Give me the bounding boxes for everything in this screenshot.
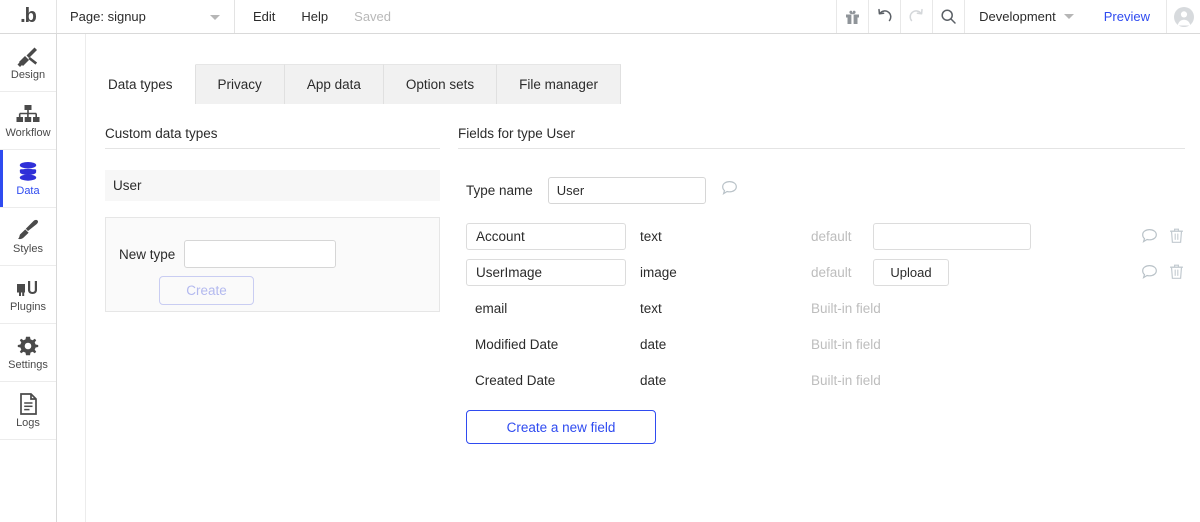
trash-icon[interactable]	[1169, 263, 1184, 285]
type-name-input[interactable]	[547, 177, 706, 204]
builtin-field-label: Built-in field	[811, 336, 881, 352]
design-icon	[16, 45, 40, 67]
field-row: image default Upload	[466, 256, 1183, 288]
sidebar-item-label: Plugins	[9, 300, 47, 313]
environment-selector[interactable]: Development	[964, 0, 1088, 33]
search-icon[interactable]	[932, 0, 964, 33]
environment-label: Development	[979, 9, 1056, 24]
brush-icon	[16, 219, 40, 241]
new-type-panel: New type Create	[105, 217, 440, 312]
type-name-label: Type name	[466, 183, 533, 198]
field-row-actions	[1141, 263, 1184, 285]
sidebar-item-data[interactable]: Data	[0, 150, 56, 208]
trash-icon[interactable]	[1169, 227, 1184, 249]
new-type-input[interactable]	[184, 240, 337, 268]
field-type-label: text	[640, 300, 662, 316]
field-row: email text Built-in field	[466, 292, 1178, 324]
tab-label: App data	[306, 77, 361, 92]
chevron-down-icon	[1063, 14, 1074, 19]
tab-option-sets[interactable]: Option sets	[383, 64, 498, 104]
document-icon	[19, 392, 38, 415]
builtin-field-label: Built-in field	[811, 300, 881, 316]
builtin-field-label: Built-in field	[811, 372, 881, 388]
sidebar-item-label: Styles	[13, 242, 43, 255]
bubble-logo[interactable]: .b	[0, 0, 57, 33]
field-row: Modified Date date Built-in field	[466, 328, 1178, 360]
preview-label: Preview	[1103, 9, 1150, 24]
database-icon	[17, 161, 39, 183]
left-panel-divider	[105, 148, 440, 149]
sidebar-item-label: Workflow	[5, 126, 51, 139]
new-type-label: New type	[119, 246, 176, 262]
tab-app-data[interactable]: App data	[284, 64, 384, 104]
create-type-button[interactable]: Create	[159, 276, 254, 305]
sidebar-item-label: Design	[10, 68, 46, 81]
tab-privacy[interactable]: Privacy	[195, 64, 285, 104]
tab-bar: Data types Privacy App data Option sets …	[86, 64, 621, 104]
field-default-label: default	[811, 228, 852, 244]
custom-data-types-title: Custom data types	[105, 126, 218, 141]
preview-button[interactable]: Preview	[1088, 0, 1166, 33]
data-type-label: User	[113, 178, 142, 193]
field-type-label: date	[640, 336, 667, 352]
page-selector-label: Page: signup	[70, 9, 146, 24]
plugins-icon	[16, 277, 40, 299]
field-type-label: text	[640, 228, 662, 244]
upload-button[interactable]: Upload	[873, 258, 949, 286]
sidebar-item-label: Data	[16, 184, 40, 197]
menu-item-help[interactable]: Help	[301, 9, 328, 24]
sidebar-item-label: Logs	[16, 416, 40, 429]
tab-label: Privacy	[217, 77, 262, 92]
right-panel-divider	[458, 148, 1185, 149]
field-name-label: Created Date	[475, 372, 556, 388]
data-type-row-user[interactable]: User	[105, 170, 440, 201]
field-type-label: image	[640, 264, 677, 280]
top-bar-right: Development Preview	[836, 0, 1200, 33]
tab-file-manager[interactable]: File manager	[497, 64, 621, 104]
field-default-input[interactable]	[873, 222, 1031, 250]
top-menu: Edit Help Saved	[235, 0, 391, 33]
tab-label: Option sets	[405, 77, 475, 92]
sidebar-item-plugins[interactable]: Plugins	[0, 266, 56, 324]
sidebar-item-design[interactable]: Design	[0, 34, 56, 92]
save-status-label: Saved	[354, 9, 392, 24]
type-name-row: Type name	[466, 177, 738, 204]
sidebar-item-workflow[interactable]: Workflow	[0, 92, 56, 150]
menu-item-edit[interactable]: Edit	[253, 9, 275, 24]
sidebar-item-styles[interactable]: Styles	[0, 208, 56, 266]
tab-label: Data types	[108, 77, 173, 92]
redo-icon[interactable]	[900, 0, 932, 33]
content-area: Custom data types User New type Create F…	[86, 104, 1200, 522]
field-name-input[interactable]	[466, 258, 626, 286]
field-name-input[interactable]	[466, 222, 626, 250]
field-type-label: date	[640, 372, 667, 388]
field-row: text default	[466, 220, 1183, 252]
avatar[interactable]	[1166, 0, 1200, 33]
sidebar-item-settings[interactable]: Settings	[0, 324, 56, 382]
chevron-down-icon	[210, 14, 220, 20]
new-type-row: New type	[119, 240, 337, 268]
field-name-label: Modified Date	[475, 336, 559, 352]
fields-list: text default	[466, 220, 1183, 400]
tab-data-types[interactable]: Data types	[86, 64, 196, 104]
comment-icon[interactable]	[1141, 264, 1158, 285]
fields-for-type-title: Fields for type User	[458, 126, 576, 141]
field-row: Created Date date Built-in field	[466, 364, 1178, 396]
comment-icon[interactable]	[1141, 228, 1158, 249]
undo-icon[interactable]	[868, 0, 900, 33]
sidebar-item-label: Settings	[8, 358, 48, 371]
comment-icon[interactable]	[721, 180, 738, 201]
left-sidebar: Design Workflow Data Styles Plugins Sett…	[0, 34, 57, 522]
gift-icon[interactable]	[836, 0, 868, 33]
page-selector[interactable]: Page: signup	[57, 0, 235, 33]
gear-icon	[17, 335, 39, 357]
workflow-icon	[16, 103, 40, 125]
field-name-label: email	[475, 300, 508, 316]
tab-label: File manager	[519, 77, 598, 92]
create-new-field-button[interactable]: Create a new field	[466, 410, 656, 444]
sidebar-item-logs[interactable]: Logs	[0, 382, 56, 440]
top-bar: .b Page: signup Edit Help Saved Developm…	[0, 0, 1200, 34]
field-default-label: default	[811, 264, 852, 280]
field-row-actions	[1141, 227, 1184, 249]
